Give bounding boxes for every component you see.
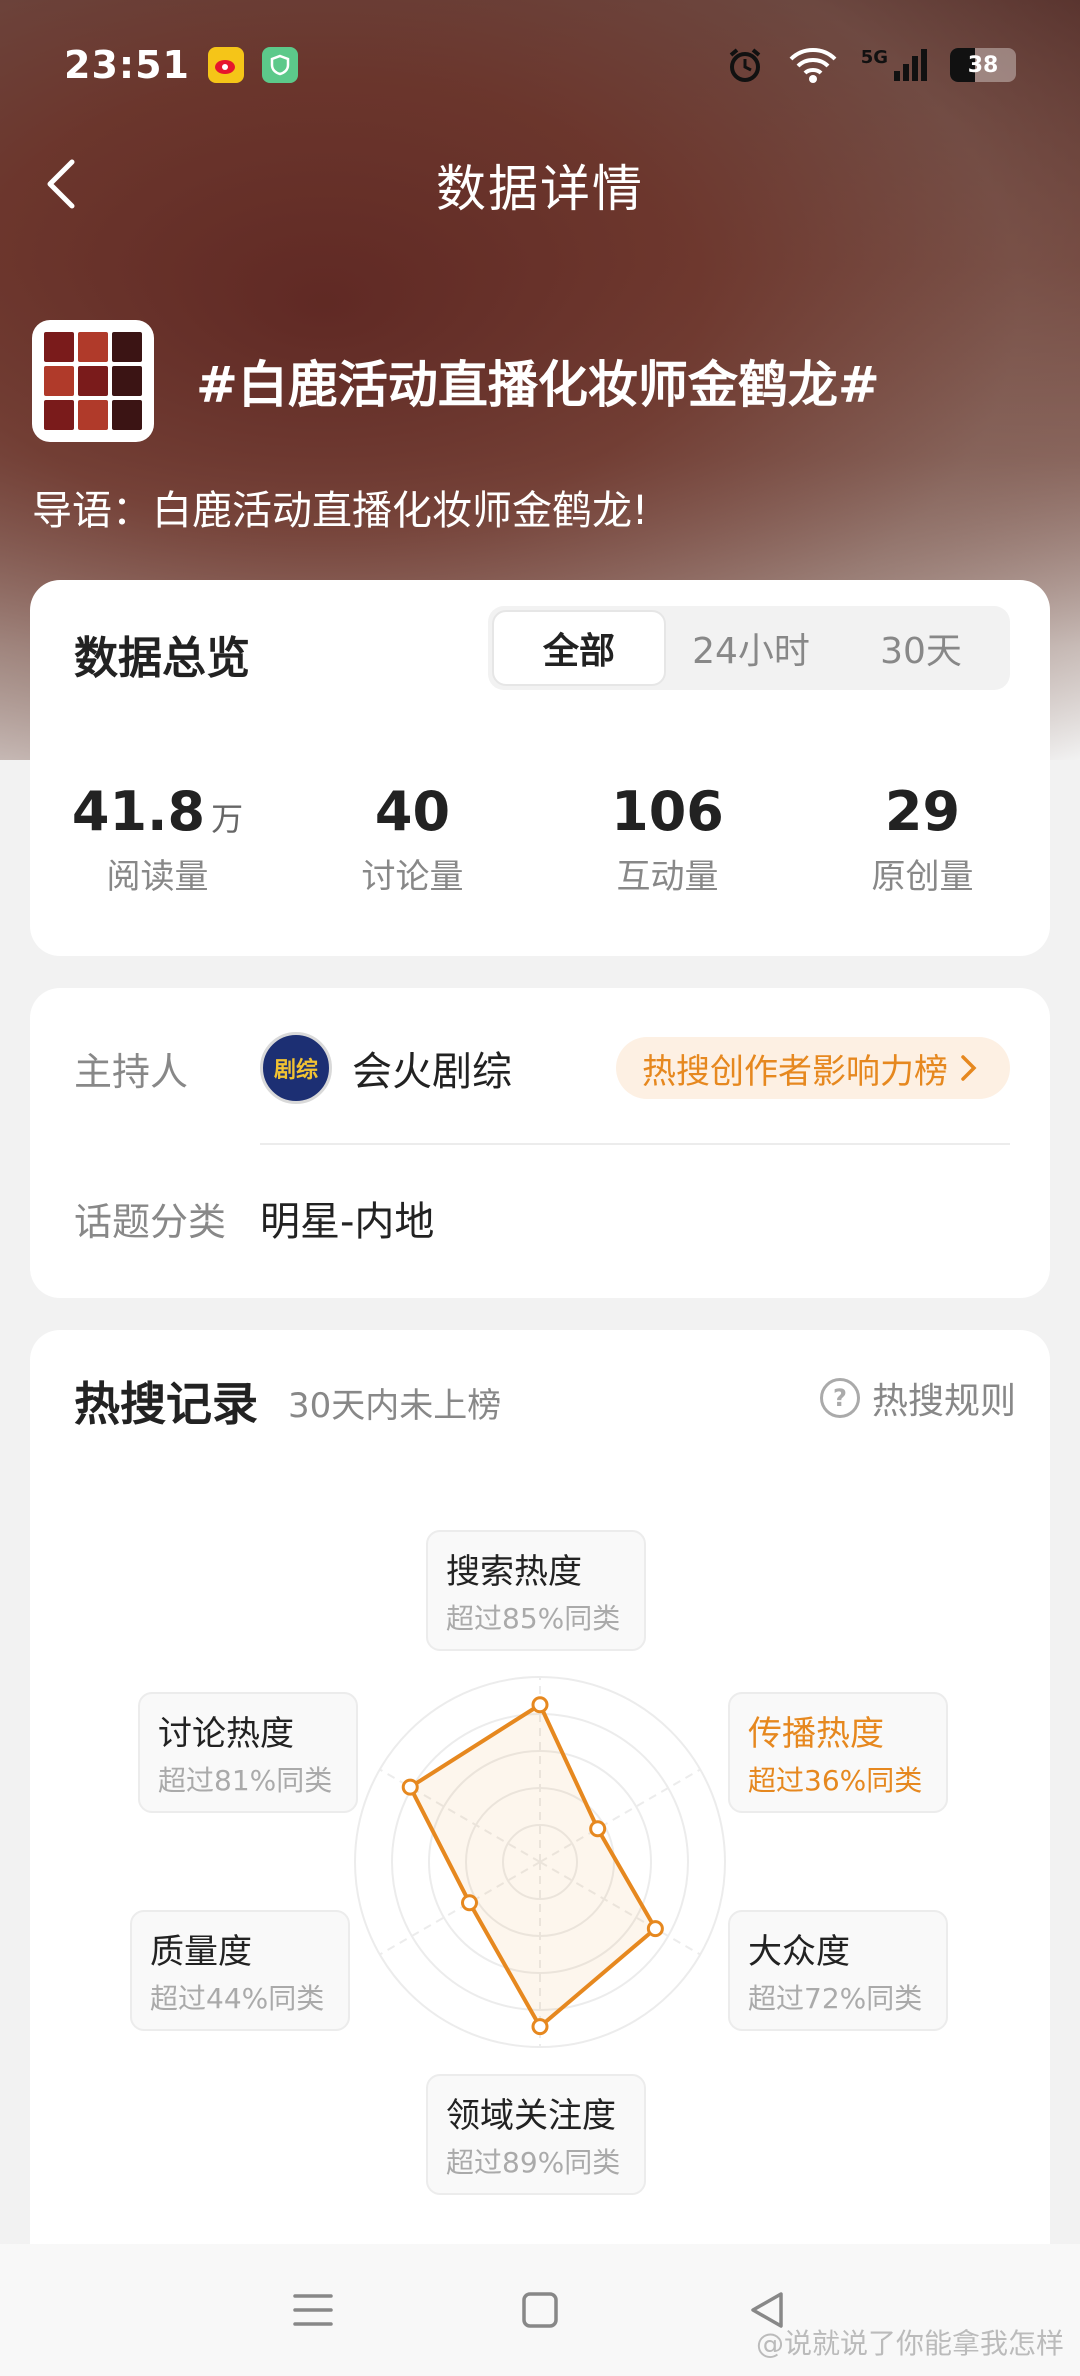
back-arrow-icon[interactable] [34, 154, 94, 214]
stat-interactions-value: 106 [611, 780, 724, 843]
hot-search-card: 热搜记录 30天内未上榜 ? 热搜规则 搜索热度 超过85%同类 传播热度 超过… [30, 1330, 1050, 2376]
metric-quality: 质量度 超过44%同类 [130, 1910, 350, 2031]
alarm-icon [729, 48, 760, 82]
overview-card: 数据总览 全部 24小时 30天 41.8 万 阅读量 40 讨论量 106 互… [30, 580, 1050, 956]
chevron-right-icon [961, 1055, 977, 1081]
overview-title: 数据总览 [74, 633, 250, 684]
overview-tabs: 全部 24小时 30天 [488, 606, 1010, 690]
stat-interactions-label: 互动量 [616, 857, 719, 897]
radar-point-3 [531, 2018, 549, 2036]
topic-thumbnail [32, 320, 154, 442]
stat-discussions-value: 40 [374, 780, 451, 843]
signal-icon [894, 49, 927, 81]
host-row: 主持人 剧综 会火剧综 热搜创作者影响力榜 [74, 1028, 1010, 1108]
overview-stats: 41.8 万 阅读量 40 讨论量 106 互动量 29 原创量 [30, 780, 1050, 898]
watermark: @说就说了你能拿我怎样 [755, 2327, 1064, 2360]
host-name[interactable]: 会火剧综 [352, 1039, 512, 1097]
category-value: 明星-内地 [260, 1199, 435, 1245]
tab-24h[interactable]: 24小时 [666, 610, 836, 686]
battery-indicator: 38 [950, 48, 1016, 82]
metric-popularity: 大众度 超过72%同类 [728, 1910, 948, 2031]
stat-reads-label: 阅读量 [106, 857, 209, 897]
radar-point-2 [646, 1920, 664, 1938]
metric-spread-heat: 传播热度 超过36%同类 [728, 1692, 948, 1813]
topic-lead: 导语：白鹿活动直播化妆师金鹤龙! [32, 488, 649, 534]
tab-all[interactable]: 全部 [492, 610, 666, 686]
stat-originals: 29 原创量 [795, 780, 1050, 898]
topic-title: #白鹿活动直播化妆师金鹤龙# [196, 356, 880, 414]
stat-discussions-label: 讨论量 [361, 857, 464, 897]
status-bar: 23:51 5G 38 [0, 0, 1080, 130]
menu-icon[interactable] [289, 2286, 337, 2334]
tab-30d[interactable]: 30天 [836, 610, 1006, 686]
divider [260, 1143, 1010, 1145]
stat-reads: 41.8 万 阅读量 [30, 780, 285, 898]
radar-chart [354, 1676, 726, 2048]
topic-header: #白鹿活动直播化妆师金鹤龙# [32, 320, 1048, 442]
network-type: 5G [861, 47, 928, 83]
stat-reads-value: 41.8 [71, 780, 206, 843]
avatar[interactable]: 剧综 [260, 1032, 332, 1104]
stat-interactions: 106 互动量 [540, 780, 795, 898]
home-icon[interactable] [516, 2286, 564, 2334]
stat-originals-label: 原创量 [871, 857, 974, 897]
metric-discussion-heat: 讨论热度 超过81%同类 [138, 1692, 358, 1813]
hot-creator-rank-button[interactable]: 热搜创作者影响力榜 [616, 1037, 1010, 1099]
metric-domain-attention: 领域关注度 超过89%同类 [426, 2074, 646, 2195]
host-card: 主持人 剧综 会火剧综 热搜创作者影响力榜 话题分类 明星-内地 [30, 988, 1050, 1298]
category-label: 话题分类 [74, 1199, 227, 1244]
category-row: 话题分类 明星-内地 [74, 1178, 1010, 1258]
shield-app-icon [261, 47, 298, 83]
radar-point-4 [461, 1894, 479, 1912]
radar-point-0 [531, 1696, 549, 1714]
wifi-icon [789, 48, 837, 83]
nav-bar: 数据详情 [0, 130, 1080, 240]
host-label: 主持人 [74, 1049, 189, 1094]
radar-point-1 [589, 1820, 607, 1838]
stat-discussions: 40 讨论量 [285, 780, 540, 898]
page-title: 数据详情 [436, 160, 644, 218]
metric-search-heat: 搜索热度 超过85%同类 [426, 1530, 646, 1651]
weibo-icon [207, 47, 244, 83]
status-time: 23:51 [64, 43, 190, 87]
stat-reads-unit: 万 [211, 800, 244, 838]
stat-originals-value: 29 [884, 780, 961, 843]
radar-point-5 [401, 1778, 419, 1796]
